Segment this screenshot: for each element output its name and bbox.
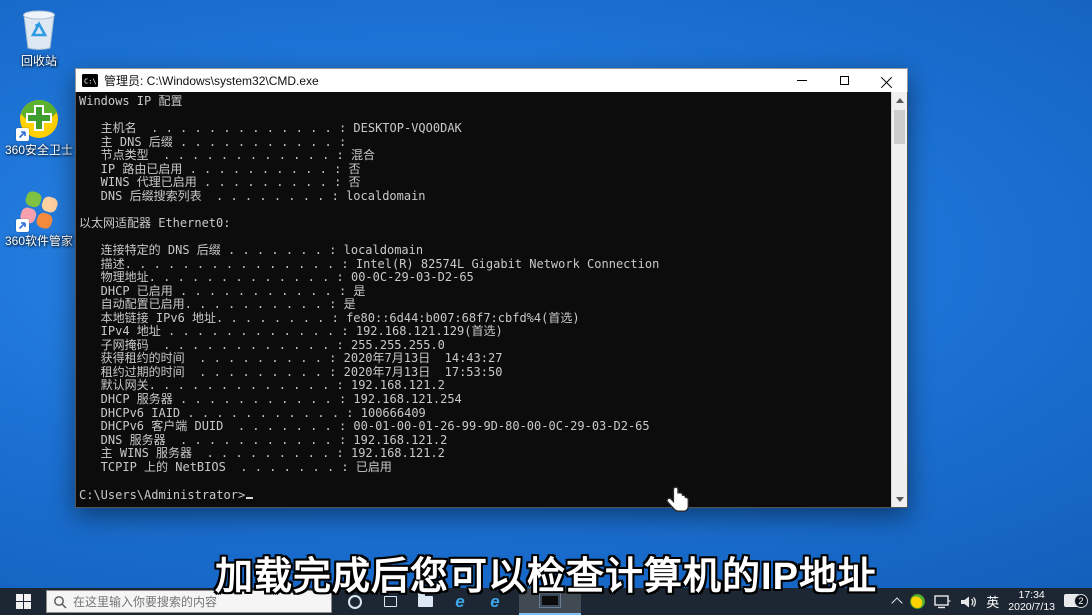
taskbar: e e 英 17:34 2020/7/13 2: [0, 588, 1092, 615]
shortcut-arrow-icon: [16, 219, 29, 232]
scroll-up-button[interactable]: [892, 92, 907, 108]
scrollbar[interactable]: [891, 92, 907, 507]
edge-button[interactable]: e: [449, 591, 471, 613]
console-line: DHCPv6 客户端 DUID . . . . . . . : 00-01-00…: [79, 420, 891, 434]
console-line: 物理地址. . . . . . . . . . . . . : 00-0C-29…: [79, 271, 891, 285]
browser-icon: e: [490, 593, 499, 610]
console-line: [79, 203, 891, 217]
console-line: 默认网关. . . . . . . . . . . . . : 192.168.…: [79, 379, 891, 393]
cmd-window: C:\ 管理员: C:\Windows\system32\CMD.exe Win…: [75, 68, 908, 508]
console-line: 获得租约的时间 . . . . . . . . . : 2020年7月13日 1…: [79, 352, 891, 366]
cortana-icon: [348, 595, 362, 609]
search-icon: [53, 595, 67, 609]
console-line: 以太网适配器 Ethernet0:: [79, 217, 891, 231]
window-title: 管理员: C:\Windows\system32\CMD.exe: [104, 72, 781, 89]
desktop-icon-label: 360安全卫士: [2, 144, 76, 157]
windows-logo-icon: [16, 594, 31, 609]
browser-button[interactable]: e: [484, 591, 506, 613]
cortana-button[interactable]: [344, 591, 366, 613]
console-line: 描述. . . . . . . . . . . . . . . : Intel(…: [79, 258, 891, 272]
console-line: [79, 230, 891, 244]
file-explorer-button[interactable]: [414, 591, 436, 613]
console-output[interactable]: Windows IP 配置 主机名 . . . . . . . . . . . …: [76, 92, 891, 507]
desktop-icon-label: 回收站: [2, 55, 76, 68]
network-icon[interactable]: [934, 595, 951, 609]
chevron-down-icon: [896, 497, 904, 502]
start-button[interactable]: [0, 588, 46, 615]
console-line: [79, 474, 891, 488]
cmd-app-icon: C:\: [82, 74, 98, 87]
close-icon: [881, 75, 892, 86]
system-tray: 英 17:34 2020/7/13 2: [893, 588, 1088, 615]
edge-icon: e: [455, 593, 464, 610]
console-line: DHCP 已启用 . . . . . . . . . . . : 是: [79, 285, 891, 299]
console-line: IPv4 地址 . . . . . . . . . . . . : 192.16…: [79, 325, 891, 339]
svg-text:C:\: C:\: [84, 78, 97, 86]
scroll-thumb[interactable]: [894, 110, 905, 144]
console-line: Windows IP 配置: [79, 95, 891, 109]
shortcut-arrow-icon: [16, 128, 29, 141]
console-line: 节点类型 . . . . . . . . . . . . : 混合: [79, 149, 891, 163]
360-safe-icon: [15, 94, 63, 142]
console-line: DHCP 服务器 . . . . . . . . . . . : 192.168…: [79, 393, 891, 407]
taskbar-search[interactable]: [46, 590, 332, 613]
cmd-window-icon: [539, 593, 561, 608]
desktop-icon-label: 360软件管家: [2, 235, 76, 248]
volume-icon[interactable]: [960, 595, 977, 609]
console-line: 连接特定的 DNS 后缀 . . . . . . . : localdomain: [79, 244, 891, 258]
console-line: TCPIP 上的 NetBIOS . . . . . . . : 已启用: [79, 461, 891, 475]
desktop-icon-recycle-bin[interactable]: 回收站: [2, 5, 76, 68]
console-prompt-line: C:\Users\Administrator>: [79, 488, 891, 502]
cmd-titlebar[interactable]: C:\ 管理员: C:\Windows\system32\CMD.exe: [75, 68, 908, 92]
clock-date: 2020/7/13: [1008, 602, 1055, 614]
task-view-icon: [384, 596, 397, 607]
console-line: WINS 代理已启用 . . . . . . . . . : 否: [79, 176, 891, 190]
taskbar-clock[interactable]: 17:34 2020/7/13: [1008, 590, 1055, 613]
desktop: { "desktop": { "icons": [ { "label": "回收…: [0, 0, 1092, 615]
ime-indicator[interactable]: 英: [986, 592, 999, 611]
task-view-button[interactable]: [379, 591, 401, 613]
desktop-icon-360-software[interactable]: 360软件管家: [2, 185, 76, 248]
recycle-bin-icon: [15, 5, 63, 53]
console-prompt: C:\Users\Administrator>: [79, 488, 245, 502]
console-cursor: [246, 488, 253, 499]
action-center-button[interactable]: 2: [1064, 592, 1088, 612]
360-software-manager-icon: [15, 185, 63, 233]
taskbar-icons: e e: [344, 588, 581, 615]
clock-time: 17:34: [1008, 590, 1055, 602]
console-line: 本地链接 IPv6 地址. . . . . . . . : fe80::6d44…: [79, 312, 891, 326]
search-input[interactable]: [73, 595, 325, 609]
minimize-icon: [797, 80, 807, 81]
console-line: 自动配置已启用. . . . . . . . . . : 是: [79, 298, 891, 312]
console-line: DNS 后缀搜索列表 . . . . . . . . : localdomain: [79, 190, 891, 204]
notification-badge: 2: [1074, 594, 1088, 608]
console-line: IP 路由已启用 . . . . . . . . . . : 否: [79, 163, 891, 177]
360-tray-icon[interactable]: [910, 594, 925, 609]
console-line: 主 WINS 服务器 . . . . . . . . . : 192.168.1…: [79, 447, 891, 461]
chevron-up-icon: [896, 98, 904, 103]
tray-overflow-chevron-icon[interactable]: [892, 597, 903, 608]
cmd-taskbar-button[interactable]: [519, 588, 581, 615]
desktop-icon-360-safe[interactable]: 360安全卫士: [2, 94, 76, 157]
console-line: 主机名 . . . . . . . . . . . . . : DESKTOP-…: [79, 122, 891, 136]
close-button[interactable]: [865, 69, 907, 92]
minimize-button[interactable]: [781, 69, 823, 92]
scroll-down-button[interactable]: [892, 491, 907, 507]
maximize-button[interactable]: [823, 69, 865, 92]
maximize-icon: [840, 76, 849, 85]
folder-icon: [418, 596, 433, 607]
